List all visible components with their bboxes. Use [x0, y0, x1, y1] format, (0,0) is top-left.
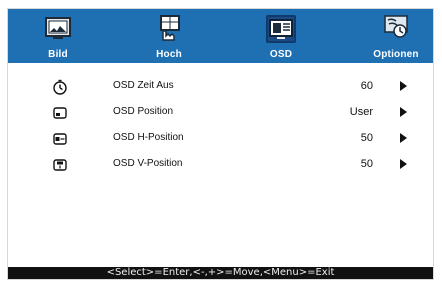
tab-osd[interactable]: OSD: [245, 9, 317, 63]
tab-bar: Bild Hoch OSD Optionen: [8, 9, 433, 63]
picture-icon: [44, 14, 72, 42]
menu-item-label: OSD Zeit Aus: [113, 80, 174, 91]
menu-item-osd-h-position[interactable]: OSD H-Position 50: [8, 125, 433, 151]
arrow-right-icon[interactable]: [400, 133, 407, 143]
osd-menu-window: Bild Hoch OSD Optionen OSD Zeit Aus 60 O…: [7, 8, 434, 280]
screen-position-icon: [52, 105, 68, 121]
horizontal-position-icon: [52, 131, 68, 147]
tab-osd-label: OSD: [269, 49, 293, 60]
tab-optionen-label: Optionen: [373, 49, 419, 60]
tab-hoch-label: Hoch: [156, 49, 182, 60]
help-text: <Select>=Enter,<-,+>=Move,<Menu>=Exit: [106, 267, 335, 278]
menu-item-label: OSD H-Position: [113, 132, 184, 143]
options-hand-icon: [382, 14, 410, 42]
tab-hoch[interactable]: Hoch: [133, 9, 205, 63]
menu-item-label: OSD V-Position: [113, 158, 183, 169]
menu-item-osd-position[interactable]: OSD Position User: [8, 99, 433, 125]
menu-item-value: 50: [360, 158, 373, 170]
tab-bild[interactable]: Bild: [22, 9, 94, 63]
menu-item-value: 60: [360, 80, 373, 92]
arrow-right-icon[interactable]: [400, 81, 407, 91]
timer-icon: [52, 79, 68, 95]
hand-layout-icon: [155, 14, 183, 42]
menu-item-value: User: [349, 106, 373, 118]
arrow-right-icon[interactable]: [400, 159, 407, 169]
arrow-right-icon[interactable]: [400, 107, 407, 117]
menu-item-value: 50: [360, 132, 373, 144]
osd-icon: [266, 15, 296, 43]
osd-settings-list: OSD Zeit Aus 60 OSD Position User OSD H-…: [8, 67, 433, 255]
help-footer: <Select>=Enter,<-,+>=Move,<Menu>=Exit: [8, 267, 433, 279]
menu-item-osd-v-position[interactable]: OSD V-Position 50: [8, 151, 433, 177]
menu-item-osd-zeit-aus[interactable]: OSD Zeit Aus 60: [8, 73, 433, 99]
tab-optionen[interactable]: Optionen: [360, 9, 432, 63]
menu-item-label: OSD Position: [113, 106, 174, 117]
tab-bild-label: Bild: [48, 49, 68, 60]
vertical-position-icon: [52, 157, 68, 173]
